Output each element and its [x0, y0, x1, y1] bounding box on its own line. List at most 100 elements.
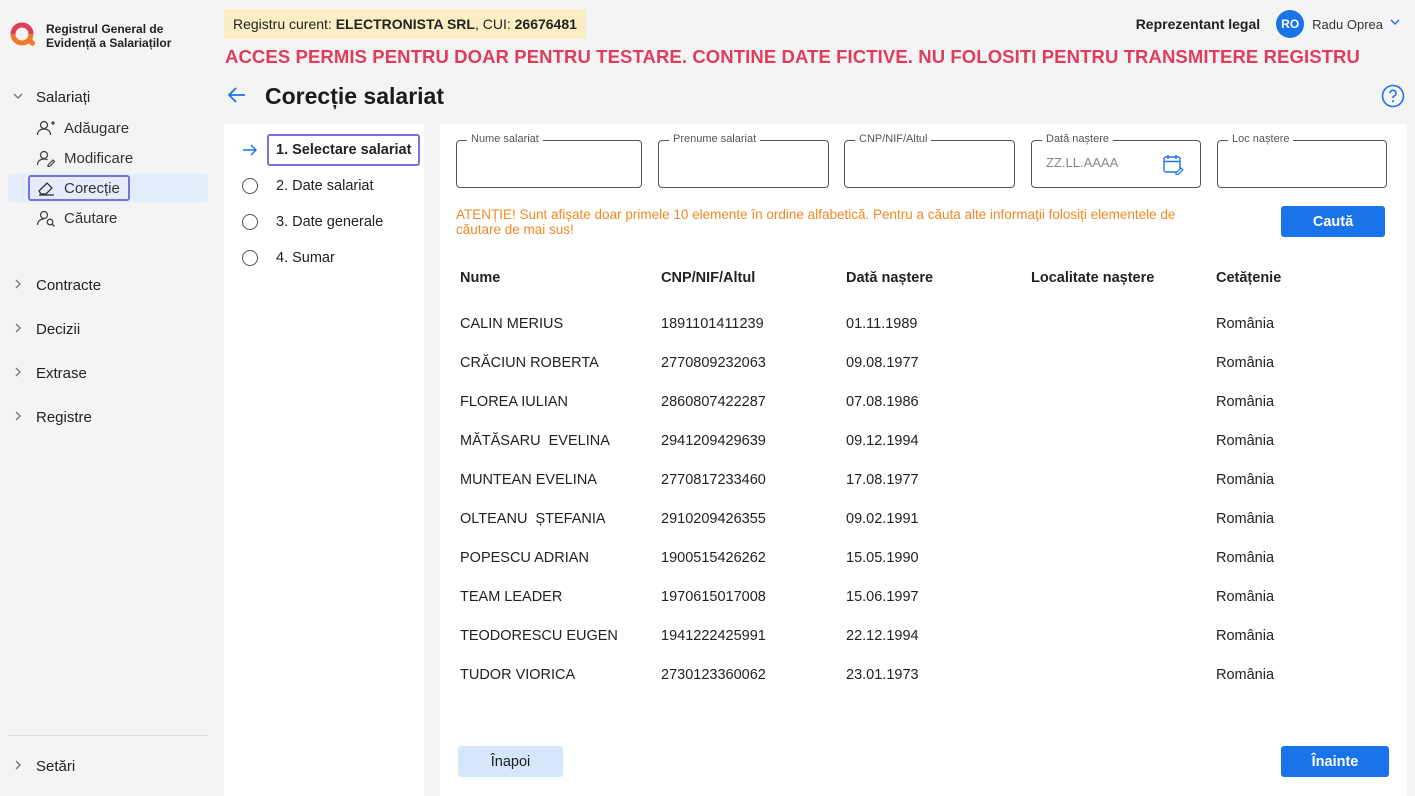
sidebar: Registrul General de Evidență a Salariaț… — [0, 0, 220, 796]
col-header-localitate[interactable]: Localitate naștere — [1027, 261, 1212, 299]
back-arrow-icon[interactable] — [226, 84, 248, 106]
cell-nume: MĂTĂSARU EVELINA — [460, 432, 610, 449]
cell-localitate — [1027, 304, 1212, 343]
table-row[interactable]: TEAM LEADER 1970615017008 15.06.1997 Români… — [456, 577, 1382, 616]
table-row[interactable]: CALIN MERIUS 1891101411239 01.11.1989 Român… — [456, 304, 1382, 343]
cnp-field[interactable]: CNP/NIF/Altul — [844, 133, 1015, 188]
app-title: Registrul General de Evidență a Salariaț… — [46, 22, 171, 50]
step-sumar[interactable]: 4. Sumar — [240, 248, 335, 268]
cell-cnp: 1891101411239 — [661, 315, 764, 332]
cnp-input[interactable] — [859, 155, 979, 170]
field-label: Prenume salariat — [669, 133, 761, 145]
step-selectare-salariat[interactable]: 1. Selectare salariat — [240, 134, 421, 166]
cell-nume: MUNTEAN EVELINA — [460, 471, 597, 488]
eraser-icon — [36, 179, 56, 197]
data-nastere-input[interactable] — [1046, 155, 1146, 170]
nav-head-decizii[interactable]: Decizii — [0, 314, 220, 344]
cell-cnp: 2770809232063 — [661, 354, 766, 371]
registry-prefix: Registru curent: — [233, 16, 336, 32]
nav-head-label: Registre — [36, 408, 92, 426]
app-title-line2: Evidență a Salariaților — [46, 36, 172, 50]
col-header-nume[interactable]: Nume — [456, 261, 657, 299]
nav-head-salariati[interactable]: Salariați — [0, 82, 220, 112]
cell-localitate — [1027, 343, 1212, 382]
step-radio — [240, 212, 260, 232]
nav-head-registre[interactable]: Registre — [0, 402, 220, 432]
step-label: 4. Sumar — [276, 250, 335, 266]
nume-salariat-field[interactable]: Nume salariat — [456, 133, 642, 188]
app-title-line1: Registrul General de — [46, 22, 164, 36]
chevron-right-icon — [12, 322, 30, 337]
prenume-salariat-input[interactable] — [673, 155, 793, 170]
step-radio — [240, 248, 260, 268]
field-label: Loc naștere — [1228, 133, 1294, 145]
sidebar-item-adaugare[interactable]: Adăugare — [8, 114, 208, 142]
back-button[interactable]: Înapoi — [458, 746, 563, 777]
step-date-salariat[interactable]: 2. Date salariat — [240, 176, 374, 196]
col-header-data-nastere[interactable]: Dată naștere — [842, 261, 1027, 299]
col-header-cnp[interactable]: CNP/NIF/Altul — [657, 261, 842, 299]
cell-nume: CALIN MERIUS — [460, 315, 564, 332]
cell-cnp: 2941209429639 — [661, 432, 766, 449]
notice-line1: ATENȚIE! Sunt afișate doar primele 10 el… — [456, 207, 1176, 222]
cell-cnp: 2730123360062 — [661, 666, 766, 683]
step-label: 3. Date generale — [276, 214, 384, 230]
table-row[interactable]: OLTEANU ȘTEFANIA 2910209426355 09.02.1991 R… — [456, 499, 1382, 538]
nav-head-extrase[interactable]: Extrase — [0, 358, 220, 388]
cell-data: 01.11.1989 — [846, 315, 918, 332]
table-row[interactable]: TEODORESCU EUGEN 1941222425991 22.12.1994 R… — [456, 616, 1382, 655]
chevron-down-icon — [12, 90, 30, 105]
next-button[interactable]: Înainte — [1281, 746, 1389, 777]
cell-cnp: 1970615017008 — [661, 588, 766, 605]
table-row[interactable]: FLOREA IULIAN 2860807422287 07.08.1986 Româ… — [456, 382, 1382, 421]
table-row[interactable]: MUNTEAN EVELINA 2770817233460 17.08.1977 Ro… — [456, 460, 1382, 499]
test-warning-banner: ACCES PERMIS PENTRU DOAR PENTRU TESTARE.… — [225, 46, 1360, 67]
page-title: Corecție salariat — [265, 83, 444, 109]
cell-localitate — [1027, 616, 1212, 655]
cell-cetatenie: România — [1216, 549, 1275, 566]
data-nastere-field[interactable]: Dată naștere — [1031, 133, 1201, 188]
cell-cetatenie: România — [1216, 354, 1275, 371]
table-row[interactable]: TUDOR VIORICA 2730123360062 23.01.1973 Româ… — [456, 655, 1382, 694]
field-label: Dată naștere — [1042, 133, 1113, 145]
loc-nastere-field[interactable]: Loc naștere — [1217, 133, 1387, 188]
table-row[interactable]: MĂTĂSARU EVELINA 2941209429639 09.12.1994 R… — [456, 421, 1382, 460]
nume-salariat-input[interactable] — [471, 155, 591, 170]
chevron-right-icon — [12, 278, 30, 293]
avatar[interactable]: RO — [1276, 10, 1305, 38]
help-icon[interactable] — [1381, 84, 1405, 108]
user-menu[interactable]: Reprezentant legal RO Radu Oprea — [1136, 10, 1401, 38]
nav-head-setari[interactable]: Setări — [0, 751, 220, 781]
user-name[interactable]: Radu Oprea — [1312, 17, 1383, 32]
prenume-salariat-field[interactable]: Prenume salariat — [658, 133, 829, 188]
cell-localitate — [1027, 577, 1212, 616]
sidebar-item-focus: Corecție — [28, 175, 130, 201]
field-label: CNP/NIF/Altul — [855, 133, 932, 145]
app-logo[interactable]: Registrul General de Evidență a Salariaț… — [10, 22, 171, 50]
field-label: Nume salariat — [467, 133, 543, 145]
cell-data: 23.01.1973 — [846, 666, 919, 683]
sidebar-item-cautare[interactable]: Căutare — [8, 204, 208, 232]
step-date-generale[interactable]: 3. Date generale — [240, 212, 383, 232]
sidebar-item-modificare[interactable]: Modificare — [8, 144, 208, 172]
cell-data: 09.12.1994 — [846, 432, 919, 449]
sidebar-item-corectie[interactable]: Corecție — [8, 174, 208, 202]
nav-group-extrase: Extrase — [0, 358, 220, 388]
nav-group-decizii: Decizii — [0, 314, 220, 344]
notice-line2: căutare de mai sus! — [456, 222, 574, 237]
table-row[interactable]: POPESCU ADRIAN 1900515426262 15.05.1990 Rom… — [456, 538, 1382, 577]
chevron-down-icon[interactable] — [1389, 15, 1401, 33]
nav-head-label: Contracte — [36, 276, 102, 294]
nav-head-label: Salariați — [36, 88, 91, 106]
nav-head-label: Extrase — [36, 364, 87, 382]
nav-head-contracte[interactable]: Contracte — [0, 270, 220, 300]
calendar-icon[interactable] — [1162, 153, 1184, 175]
cell-localitate — [1027, 421, 1212, 460]
loc-nastere-input[interactable] — [1232, 155, 1352, 170]
nav-head-label: Decizii — [36, 320, 81, 338]
cell-cetatenie: România — [1216, 315, 1275, 332]
col-header-cetatenie[interactable]: Cetățenie — [1212, 261, 1382, 299]
table-row[interactable]: CRĂCIUN ROBERTA 2770809232063 09.08.1977 Ro… — [456, 343, 1382, 382]
search-button[interactable]: Caută — [1281, 206, 1385, 237]
chevron-right-icon — [12, 759, 30, 774]
